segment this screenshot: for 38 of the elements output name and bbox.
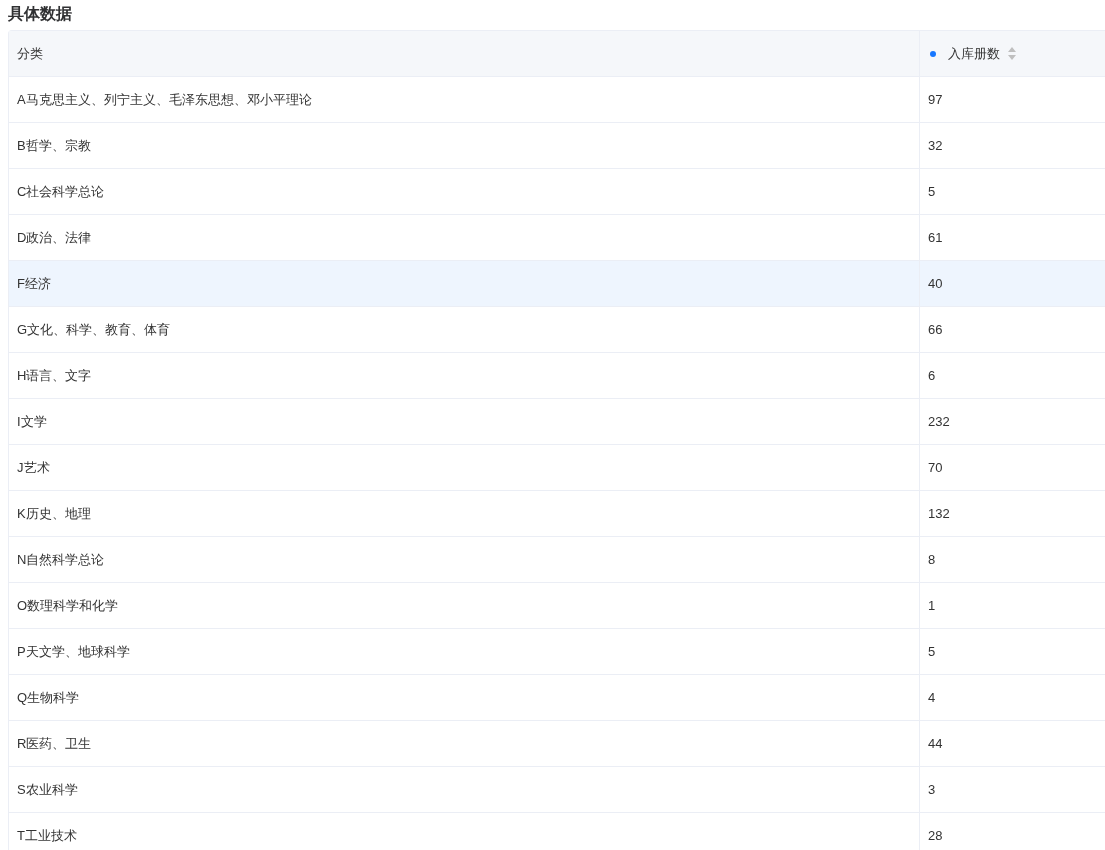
table-cell: 97 xyxy=(928,92,943,107)
table-cell: S农业科学 xyxy=(17,780,78,799)
table-cell: R医药、卫生 xyxy=(17,734,92,753)
table-cell: F经济 xyxy=(17,274,51,293)
table-cell: 4 xyxy=(928,690,936,705)
table-cell: 66 xyxy=(928,322,943,337)
table-cell: 6 xyxy=(928,368,936,383)
table-cell: C社会科学总论 xyxy=(17,182,105,201)
table-cell: K历史、地理 xyxy=(17,504,91,523)
table-cell: 70 xyxy=(928,460,943,475)
table-cell: T工业技术 xyxy=(17,826,77,845)
table-cell: B哲学、宗教 xyxy=(17,136,91,155)
table-cell: 232 xyxy=(928,414,950,429)
table-cell: 3 xyxy=(928,782,936,797)
table-cell: D政治、法律 xyxy=(17,228,92,247)
table-cell: 32 xyxy=(928,138,943,153)
table-cell: A马克思主义、列宁主义、毛泽东思想、邓小平理论 xyxy=(17,90,312,109)
section-title: 具体数据 xyxy=(8,4,73,24)
table-cell: G文化、科学、教育、体育 xyxy=(17,320,171,339)
table-cell: 40 xyxy=(928,276,943,291)
table-cell: 1 xyxy=(928,598,936,613)
table-cell: J艺术 xyxy=(17,458,50,477)
table-cell: 28 xyxy=(928,828,943,843)
table-cell: N自然科学总论 xyxy=(17,550,105,569)
sort-icon[interactable] xyxy=(1008,47,1016,60)
table-cell: 5 xyxy=(928,184,936,199)
table-cell: 5 xyxy=(928,644,936,659)
table-cell: 44 xyxy=(928,736,943,751)
table-cell: I文学 xyxy=(17,412,47,431)
table-cell: H语言、文字 xyxy=(17,366,92,385)
table-cell: P天文学、地球科学 xyxy=(17,642,130,661)
table-cell: Q生物科学 xyxy=(17,688,80,707)
table-cell: 61 xyxy=(928,230,943,245)
table-cell: O数理科学和化学 xyxy=(17,596,119,615)
table-cell: 132 xyxy=(928,506,950,521)
column-header[interactable]: 入库册数 xyxy=(948,44,1000,63)
table-cell: 8 xyxy=(928,552,936,567)
column-header: 分类 xyxy=(17,44,43,63)
